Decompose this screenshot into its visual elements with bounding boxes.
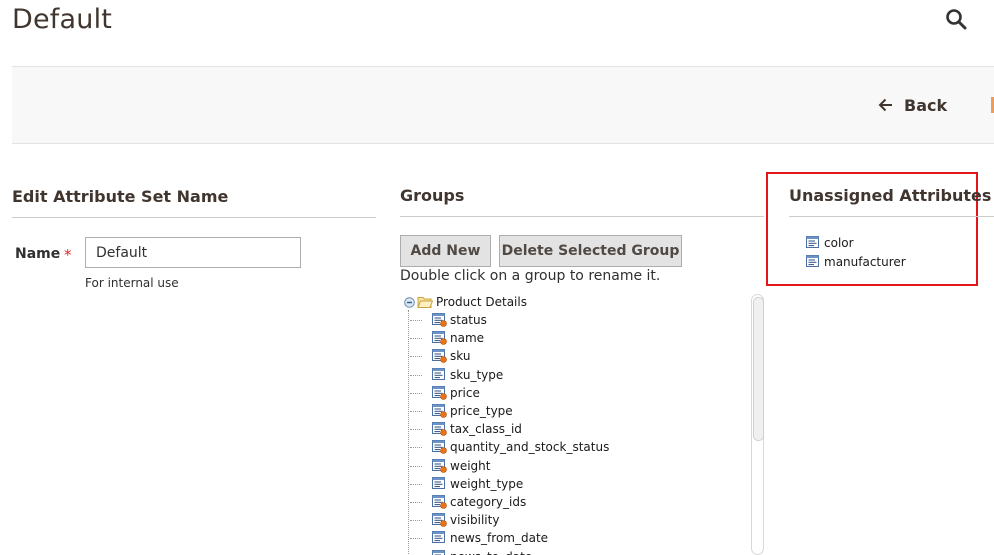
attribute-user-icon	[806, 255, 819, 267]
arrow-left-icon	[878, 98, 892, 112]
required-asterisk: *	[64, 246, 72, 264]
tree-attribute-node[interactable]: weight	[432, 457, 490, 475]
tree-branch-line	[410, 465, 422, 467]
groups-hint-text: Double click on a group to rename it.	[400, 268, 661, 284]
attribute-system-icon	[432, 458, 447, 473]
tree-attribute-node[interactable]: price_type	[432, 402, 513, 420]
tree-branch-line	[410, 411, 422, 412]
delete-selected-group-button[interactable]: Delete Selected Group	[499, 235, 682, 267]
unassigned-section-title: Unassigned Attributes	[789, 186, 992, 205]
add-new-group-button[interactable]: Add New	[400, 235, 491, 267]
attribute-system-icon	[432, 385, 447, 400]
tree-branch-line	[410, 429, 422, 431]
tree-attribute-node[interactable]: weight_type	[432, 475, 523, 493]
tree-attribute-node[interactable]: category_ids	[432, 493, 526, 511]
tree-branch-line	[410, 520, 422, 522]
edit-section-divider	[12, 217, 376, 218]
tree-branch-line	[410, 502, 422, 503]
attribute-user-icon	[432, 476, 445, 489]
tree-attribute-label: price_type	[450, 404, 513, 418]
tree-attribute-label: weight_type	[450, 476, 524, 491]
page-title: Default	[12, 4, 113, 35]
attribute-system-icon	[432, 349, 447, 364]
folder-open-icon	[417, 297, 433, 308]
groups-tree: Product Details status name sku sku_typepri…	[400, 292, 764, 555]
unassigned-attribute-label: color	[824, 236, 854, 250]
tree-attribute-label: tax_class_id	[450, 422, 522, 437]
tree-branch-line	[410, 356, 422, 358]
tree-attribute-node[interactable]: tax_class_id	[432, 420, 522, 438]
tree-attribute-node[interactable]: quantity_and_stock_status	[432, 438, 609, 456]
attribute-user-icon	[806, 236, 819, 248]
tree-attribute-node[interactable]: sku	[432, 347, 470, 365]
tree-attribute-label: news_from_date	[450, 531, 549, 546]
tree-branch-line	[410, 338, 422, 340]
tree-branch-line	[410, 483, 422, 485]
unassigned-attribute-node[interactable]: manufacturer	[806, 253, 906, 271]
tree-attribute-node[interactable]: name	[432, 329, 484, 347]
tree-attribute-label: news_to_date	[450, 550, 532, 555]
page-actions-bar: Back	[12, 66, 994, 144]
tree-branch-line	[410, 392, 422, 394]
tree-attribute-label: price	[450, 385, 480, 400]
collapse-toggle-icon[interactable]	[404, 296, 415, 308]
tree-attribute-label: weight	[450, 458, 491, 473]
tree-attribute-node[interactable]: status	[432, 311, 487, 329]
attribute-user-icon	[432, 531, 445, 544]
attribute-user-icon	[432, 549, 445, 555]
edit-section-title: Edit Attribute Set Name	[12, 187, 229, 206]
tree-attribute-node[interactable]: sku_type	[432, 366, 503, 384]
tree-connector	[408, 310, 409, 555]
attribute-system-icon	[432, 513, 447, 527]
attribute-system-icon	[432, 422, 447, 436]
tree-attribute-label: status	[450, 313, 487, 327]
attribute-system-icon	[432, 313, 447, 327]
back-button[interactable]: Back	[878, 92, 947, 118]
tree-group-node[interactable]: Product Details	[404, 293, 527, 311]
tree-attribute-label: sku_type	[450, 367, 504, 382]
tree-attribute-node[interactable]: visibility	[432, 511, 499, 529]
tree-attribute-label: quantity_and_stock_status	[450, 440, 610, 455]
name-label: Name	[15, 246, 61, 262]
tree-attribute-label: category_ids	[450, 495, 527, 509]
attribute-system-icon	[432, 495, 447, 509]
tree-attribute-label: name	[450, 331, 485, 346]
tree-attribute-label: visibility	[450, 513, 500, 528]
attribute-system-icon	[432, 440, 447, 455]
groups-section-title: Groups	[400, 186, 465, 205]
tree-branch-line	[410, 538, 422, 540]
tree-attribute-node[interactable]: news_to_date	[432, 548, 532, 555]
back-button-label: Back	[904, 95, 948, 115]
tree-scrollbar-thumb[interactable]	[753, 297, 764, 441]
tree-branch-line	[410, 374, 422, 376]
name-field-note: For internal use	[85, 276, 179, 290]
tree-branch-line	[410, 320, 422, 321]
tree-attribute-node[interactable]: price	[432, 384, 480, 402]
attribute-user-icon	[432, 367, 445, 380]
attribute-set-name-input[interactable]	[85, 237, 301, 268]
unassigned-section-divider	[789, 216, 994, 217]
search-icon[interactable]	[944, 7, 968, 31]
groups-section-divider	[400, 216, 764, 217]
tree-attribute-node[interactable]: news_from_date	[432, 529, 548, 547]
tree-attribute-label: sku	[450, 349, 471, 364]
tree-scrollbar[interactable]	[751, 294, 764, 555]
unassigned-attribute-label: manufacturer	[824, 255, 906, 269]
tree-branch-line	[410, 447, 422, 449]
unassigned-attribute-node[interactable]: color	[806, 234, 854, 252]
attribute-system-icon	[432, 331, 447, 345]
attribute-system-icon	[432, 404, 447, 418]
tree-group-label: Product Details	[436, 295, 527, 309]
